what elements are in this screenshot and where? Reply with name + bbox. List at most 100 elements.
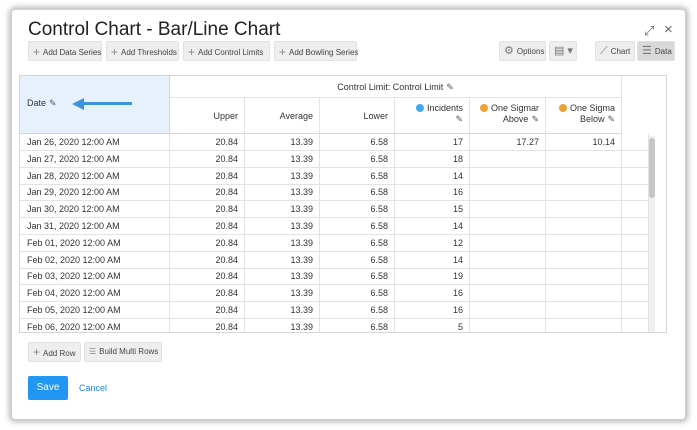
incidents-column-header[interactable]: Incidents ✎ xyxy=(395,98,470,134)
below-cell[interactable] xyxy=(546,285,622,303)
incidents-cell[interactable]: 12 xyxy=(395,234,470,252)
upper-cell[interactable]: 20.84 xyxy=(170,150,245,168)
date-cell[interactable]: Feb 02, 2020 12:00 AM xyxy=(20,251,170,269)
average-cell[interactable]: 13.39 xyxy=(245,251,320,269)
average-cell[interactable]: 13.39 xyxy=(245,268,320,286)
date-cell[interactable]: Feb 06, 2020 12:00 AM xyxy=(20,318,170,332)
upper-cell[interactable]: 20.84 xyxy=(170,234,245,252)
incidents-cell[interactable]: 14 xyxy=(395,167,470,185)
below-cell[interactable] xyxy=(546,218,622,235)
date-cell[interactable]: Feb 01, 2020 12:00 AM xyxy=(20,234,170,252)
upper-cell[interactable]: 20.84 xyxy=(170,302,245,319)
incidents-cell[interactable]: 14 xyxy=(395,218,470,235)
save-button[interactable]: Save xyxy=(28,376,68,400)
below-cell[interactable] xyxy=(546,234,622,252)
lower-cell[interactable]: 6.58 xyxy=(320,302,395,319)
build-multi-rows-button[interactable]: ☰ Build Multi Rows xyxy=(84,342,162,362)
average-cell[interactable]: 13.39 xyxy=(245,302,320,319)
one-sigma-above-column-header[interactable]: One Sigmar Above ✎ xyxy=(470,98,546,134)
export-button[interactable]: ▤ ▾ xyxy=(549,41,577,61)
below-cell[interactable] xyxy=(546,184,622,202)
lower-cell[interactable]: 6.58 xyxy=(320,318,395,332)
incidents-cell[interactable]: 19 xyxy=(395,268,470,286)
pencil-icon[interactable]: ✎ xyxy=(455,114,463,124)
below-cell[interactable] xyxy=(546,201,622,219)
above-cell[interactable] xyxy=(470,218,546,235)
below-cell[interactable] xyxy=(546,150,622,168)
upper-cell[interactable]: 20.84 xyxy=(170,285,245,303)
upper-cell[interactable]: 20.84 xyxy=(170,201,245,219)
add-data-series-button[interactable]: + Add Data Series xyxy=(28,41,102,61)
data-view-button[interactable]: ☰ Data xyxy=(637,41,675,61)
above-cell[interactable] xyxy=(470,318,546,332)
upper-cell[interactable]: 20.84 xyxy=(170,251,245,269)
date-cell[interactable]: Jan 26, 2020 12:00 AM xyxy=(20,134,170,151)
date-cell[interactable]: Feb 05, 2020 12:00 AM xyxy=(20,302,170,319)
lower-cell[interactable]: 6.58 xyxy=(320,184,395,202)
date-cell[interactable]: Jan 30, 2020 12:00 AM xyxy=(20,201,170,219)
below-cell[interactable] xyxy=(546,268,622,286)
add-row-button[interactable]: + Add Row xyxy=(28,342,81,362)
average-cell[interactable]: 13.39 xyxy=(245,285,320,303)
lower-cell[interactable]: 6.58 xyxy=(320,218,395,235)
lower-cell[interactable]: 6.58 xyxy=(320,251,395,269)
average-cell[interactable]: 13.39 xyxy=(245,167,320,185)
above-cell[interactable] xyxy=(470,268,546,286)
above-cell[interactable] xyxy=(470,150,546,168)
average-cell[interactable]: 13.39 xyxy=(245,318,320,332)
pencil-icon[interactable]: ✎ xyxy=(49,98,57,108)
pencil-icon[interactable]: ✎ xyxy=(446,82,454,92)
upper-cell[interactable]: 20.84 xyxy=(170,167,245,185)
close-icon[interactable]: × xyxy=(664,21,673,38)
average-cell[interactable]: 13.39 xyxy=(245,184,320,202)
upper-cell[interactable]: 20.84 xyxy=(170,218,245,235)
upper-cell[interactable]: 20.84 xyxy=(170,268,245,286)
above-cell[interactable] xyxy=(470,285,546,303)
lower-cell[interactable]: 6.58 xyxy=(320,134,395,151)
above-cell[interactable] xyxy=(470,201,546,219)
incidents-cell[interactable]: 14 xyxy=(395,251,470,269)
below-cell[interactable]: 10.14 xyxy=(546,134,622,151)
pencil-icon[interactable]: ✎ xyxy=(531,114,539,124)
date-cell[interactable]: Feb 03, 2020 12:00 AM xyxy=(20,268,170,286)
below-cell[interactable] xyxy=(546,167,622,185)
add-control-limits-button[interactable]: + Add Control Limits xyxy=(183,41,270,61)
above-cell[interactable] xyxy=(470,302,546,319)
pencil-icon[interactable]: ✎ xyxy=(607,114,615,124)
date-cell[interactable]: Jan 28, 2020 12:00 AM xyxy=(20,167,170,185)
chart-view-button[interactable]: ⟋ Chart xyxy=(595,41,635,61)
one-sigma-below-column-header[interactable]: One Sigma Below ✎ xyxy=(546,98,622,134)
lower-cell[interactable]: 6.58 xyxy=(320,167,395,185)
date-cell[interactable]: Jan 27, 2020 12:00 AM xyxy=(20,150,170,168)
above-cell[interactable] xyxy=(470,184,546,202)
upper-cell[interactable]: 20.84 xyxy=(170,184,245,202)
expand-icon[interactable]: ⤢ xyxy=(644,23,654,39)
add-thresholds-button[interactable]: + Add Thresholds xyxy=(106,41,179,61)
incidents-cell[interactable]: 16 xyxy=(395,302,470,319)
average-cell[interactable]: 13.39 xyxy=(245,201,320,219)
incidents-cell[interactable]: 5 xyxy=(395,318,470,332)
lower-cell[interactable]: 6.58 xyxy=(320,234,395,252)
above-cell[interactable] xyxy=(470,251,546,269)
date-column-header[interactable]: Date ✎ xyxy=(20,76,170,134)
incidents-cell[interactable]: 15 xyxy=(395,201,470,219)
scrollbar-thumb[interactable] xyxy=(649,138,655,198)
upper-cell[interactable]: 20.84 xyxy=(170,318,245,332)
below-cell[interactable] xyxy=(546,318,622,332)
date-cell[interactable]: Jan 31, 2020 12:00 AM xyxy=(20,218,170,235)
average-cell[interactable]: 13.39 xyxy=(245,150,320,168)
average-cell[interactable]: 13.39 xyxy=(245,234,320,252)
options-button[interactable]: ⚙ Options xyxy=(499,41,546,61)
below-cell[interactable] xyxy=(546,302,622,319)
below-cell[interactable] xyxy=(546,251,622,269)
average-cell[interactable]: 13.39 xyxy=(245,134,320,151)
date-cell[interactable]: Feb 04, 2020 12:00 AM xyxy=(20,285,170,303)
incidents-cell[interactable]: 16 xyxy=(395,184,470,202)
cancel-link[interactable]: Cancel xyxy=(79,383,107,393)
average-cell[interactable]: 13.39 xyxy=(245,218,320,235)
lower-cell[interactable]: 6.58 xyxy=(320,201,395,219)
lower-cell[interactable]: 6.58 xyxy=(320,268,395,286)
above-cell[interactable]: 17.27 xyxy=(470,134,546,151)
upper-cell[interactable]: 20.84 xyxy=(170,134,245,151)
date-cell[interactable]: Jan 29, 2020 12:00 AM xyxy=(20,184,170,202)
